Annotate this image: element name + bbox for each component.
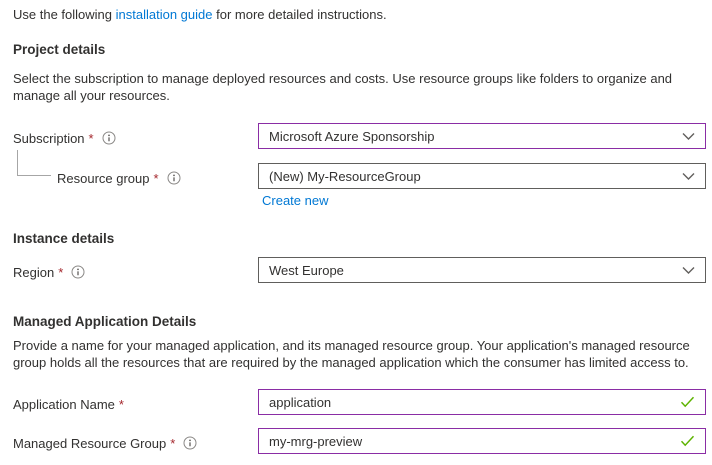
subscription-label: Subscription * — [13, 130, 116, 146]
managed-application-description: Provide a name for your managed applicat… — [13, 337, 690, 371]
chevron-down-icon — [682, 266, 695, 275]
region-dropdown[interactable]: West Europe — [258, 257, 706, 283]
instance-details-heading: Instance details — [13, 231, 115, 246]
valid-check-icon — [680, 435, 695, 447]
installation-guide-link[interactable]: installation guide — [116, 7, 213, 22]
intro-text: Use the following installation guide for… — [13, 7, 387, 22]
create-new-link[interactable]: Create new — [262, 193, 328, 208]
resource-group-dropdown-value: (New) My-ResourceGroup — [269, 168, 421, 184]
managed-resource-group-label-text: Managed Resource Group — [13, 435, 167, 451]
info-icon[interactable] — [102, 131, 116, 145]
resource-group-label: Resource group * — [57, 170, 181, 186]
valid-check-icon — [680, 396, 695, 408]
required-asterisk: * — [58, 264, 64, 280]
info-icon[interactable] — [183, 436, 197, 450]
subscription-dropdown-value: Microsoft Azure Sponsorship — [269, 128, 435, 144]
subscription-dropdown[interactable]: Microsoft Azure Sponsorship — [258, 123, 706, 149]
managed-application-description-line-2: group holds all the resources that are r… — [13, 355, 689, 370]
required-asterisk: * — [118, 396, 124, 412]
managed-application-details-heading: Managed Application Details — [13, 314, 197, 329]
managed-resource-group-label: Managed Resource Group * — [13, 435, 197, 451]
region-dropdown-value: West Europe — [269, 262, 344, 278]
project-details-heading: Project details — [13, 42, 106, 57]
resource-group-connector-line — [17, 150, 51, 176]
managed-resource-group-field — [258, 428, 706, 454]
project-details-description-line-1: Select the subscription to manage deploy… — [13, 71, 673, 86]
info-icon[interactable] — [71, 265, 85, 279]
required-asterisk: * — [88, 130, 94, 146]
application-name-label: Application Name * — [13, 396, 124, 412]
chevron-down-icon — [682, 172, 695, 181]
region-label-text: Region — [13, 264, 55, 280]
intro-post: for more detailed instructions. — [212, 7, 387, 22]
info-icon[interactable] — [167, 171, 181, 185]
required-asterisk: * — [153, 170, 159, 186]
resource-group-label-text: Resource group — [57, 170, 150, 186]
intro-pre: Use the following — [13, 7, 116, 22]
resource-group-dropdown[interactable]: (New) My-ResourceGroup — [258, 163, 706, 189]
subscription-label-text: Subscription — [13, 130, 85, 146]
application-name-input[interactable] — [269, 390, 672, 414]
application-name-label-text: Application Name — [13, 396, 115, 412]
required-asterisk: * — [170, 435, 176, 451]
chevron-down-icon — [682, 132, 695, 141]
application-name-field — [258, 389, 706, 415]
project-details-description: Select the subscription to manage deploy… — [13, 70, 672, 104]
managed-application-description-line-1: Provide a name for your managed applicat… — [13, 338, 690, 353]
region-label: Region * — [13, 264, 85, 280]
project-details-description-line-2: manage all your resources. — [13, 88, 170, 103]
managed-resource-group-input[interactable] — [269, 429, 672, 453]
